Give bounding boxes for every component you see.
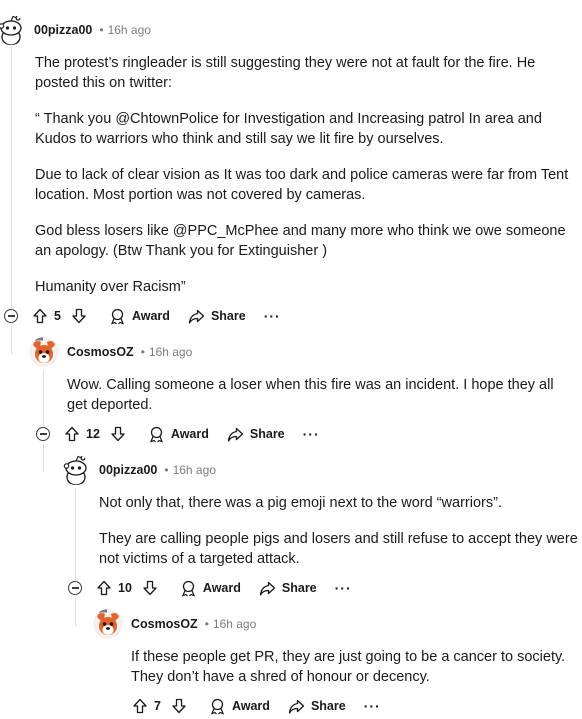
share-button[interactable]: Share: [288, 698, 346, 715]
dog-avatar-icon[interactable]: [93, 609, 123, 639]
downvote-icon[interactable]: [71, 308, 87, 324]
meta-separator: •: [99, 23, 104, 37]
comment-timestamp[interactable]: 16h ago: [149, 345, 192, 359]
thread-line: [75, 488, 76, 580]
comment-paragraph: “ Thank you @ChtownPolice for Investigat…: [35, 111, 542, 147]
share-button[interactable]: Share: [188, 308, 246, 325]
comment-paragraph: Due to lack of clear vision as It was to…: [35, 167, 569, 203]
share-icon: [227, 427, 244, 442]
thread-line: [75, 598, 76, 626]
upvote-icon[interactable]: [64, 426, 80, 442]
comment-paragraph: Not only that, there was a pig emoji nex…: [99, 495, 502, 511]
comment-paragraph: If these people get PR, they are just go…: [131, 649, 566, 685]
comment-paragraph: Humanity over Racism”: [35, 279, 186, 295]
comment-body: If these people get PR, they are just go…: [131, 647, 581, 687]
comment-header: 00pizza00 • 16h ago: [0, 15, 151, 45]
award-icon: [149, 426, 163, 442]
share-icon: [288, 699, 305, 714]
comment-body: Not only that, there was a pig emoji nex…: [99, 493, 581, 569]
comment-author[interactable]: 00pizza00: [99, 463, 157, 477]
comment-action-bar: 5 Award Share ···: [4, 306, 281, 326]
downvote-icon[interactable]: [110, 426, 126, 442]
collapse-button[interactable]: [68, 581, 82, 595]
comment-author[interactable]: CosmosOZ: [131, 617, 198, 631]
thread-line: [43, 370, 44, 426]
comment-action-bar: 7 Award Share ···: [132, 696, 381, 716]
comment-author[interactable]: CosmosOZ: [67, 345, 134, 359]
comment-paragraph: God bless losers like @PPC_McPhee and ma…: [35, 223, 566, 259]
vote-count: 5: [54, 309, 61, 323]
snoo-icon[interactable]: [0, 15, 26, 45]
share-icon: [188, 309, 205, 324]
comment-author[interactable]: 00pizza00: [34, 23, 92, 37]
thread-line: [11, 46, 12, 308]
comment-body: The protest’s ringleader is still sugges…: [35, 53, 580, 297]
downvote-icon[interactable]: [171, 698, 187, 714]
more-options-button[interactable]: ···: [335, 580, 352, 596]
meta-separator: •: [140, 345, 145, 359]
vote-count: 10: [118, 581, 132, 595]
award-label: Award: [202, 581, 241, 595]
comment-paragraph: The protest’s ringleader is still sugges…: [35, 55, 536, 91]
comment-header: CosmosOZ • 16h ago: [29, 337, 192, 367]
upvote-icon[interactable]: [32, 308, 48, 324]
share-button[interactable]: Share: [227, 426, 285, 443]
vote-count: 12: [86, 427, 100, 441]
comment-paragraph: They are calling people pigs and losers …: [99, 531, 578, 567]
award-icon: [110, 308, 124, 324]
thread-line: [43, 444, 44, 472]
award-button[interactable]: Award: [180, 580, 241, 597]
award-label: Award: [231, 699, 270, 713]
share-label: Share: [281, 581, 317, 595]
award-label: Award: [170, 427, 209, 441]
award-label: Award: [131, 309, 170, 323]
award-icon: [181, 580, 195, 596]
comment-timestamp[interactable]: 16h ago: [213, 617, 256, 631]
collapse-button[interactable]: [36, 427, 50, 441]
award-button[interactable]: Award: [109, 308, 170, 325]
meta-separator: •: [204, 617, 209, 631]
more-options-button[interactable]: ···: [303, 426, 320, 442]
meta-separator: •: [164, 463, 169, 477]
share-label: Share: [249, 427, 285, 441]
upvote-icon[interactable]: [96, 580, 112, 596]
comment-timestamp[interactable]: 16h ago: [173, 463, 216, 477]
comment-body: Wow. Calling someone a loser when this f…: [67, 375, 567, 415]
share-button[interactable]: Share: [259, 580, 317, 597]
vote-count: 7: [154, 699, 161, 713]
comment-header: CosmosOZ • 16h ago: [93, 609, 256, 639]
share-label: Share: [310, 699, 346, 713]
comment-timestamp[interactable]: 16h ago: [108, 23, 151, 37]
award-button[interactable]: Award: [148, 426, 209, 443]
dog-avatar-icon[interactable]: [29, 337, 59, 367]
comment-action-bar: 10 Award Share ···: [68, 578, 352, 598]
downvote-icon[interactable]: [142, 580, 158, 596]
award-button[interactable]: Award: [209, 698, 270, 715]
more-options-button[interactable]: ···: [364, 698, 381, 714]
comment-header: 00pizza00 • 16h ago: [61, 455, 216, 485]
thread-line: [11, 326, 12, 354]
more-options-button[interactable]: ···: [264, 308, 281, 324]
share-icon: [259, 581, 276, 596]
snoo-icon[interactable]: [61, 455, 91, 485]
award-icon: [210, 698, 224, 714]
collapse-button[interactable]: [4, 309, 18, 323]
comment-paragraph: Wow. Calling someone a loser when this f…: [67, 377, 554, 413]
comment-action-bar: 12 Award Share ···: [36, 424, 320, 444]
share-label: Share: [210, 309, 246, 323]
upvote-icon[interactable]: [132, 698, 148, 714]
